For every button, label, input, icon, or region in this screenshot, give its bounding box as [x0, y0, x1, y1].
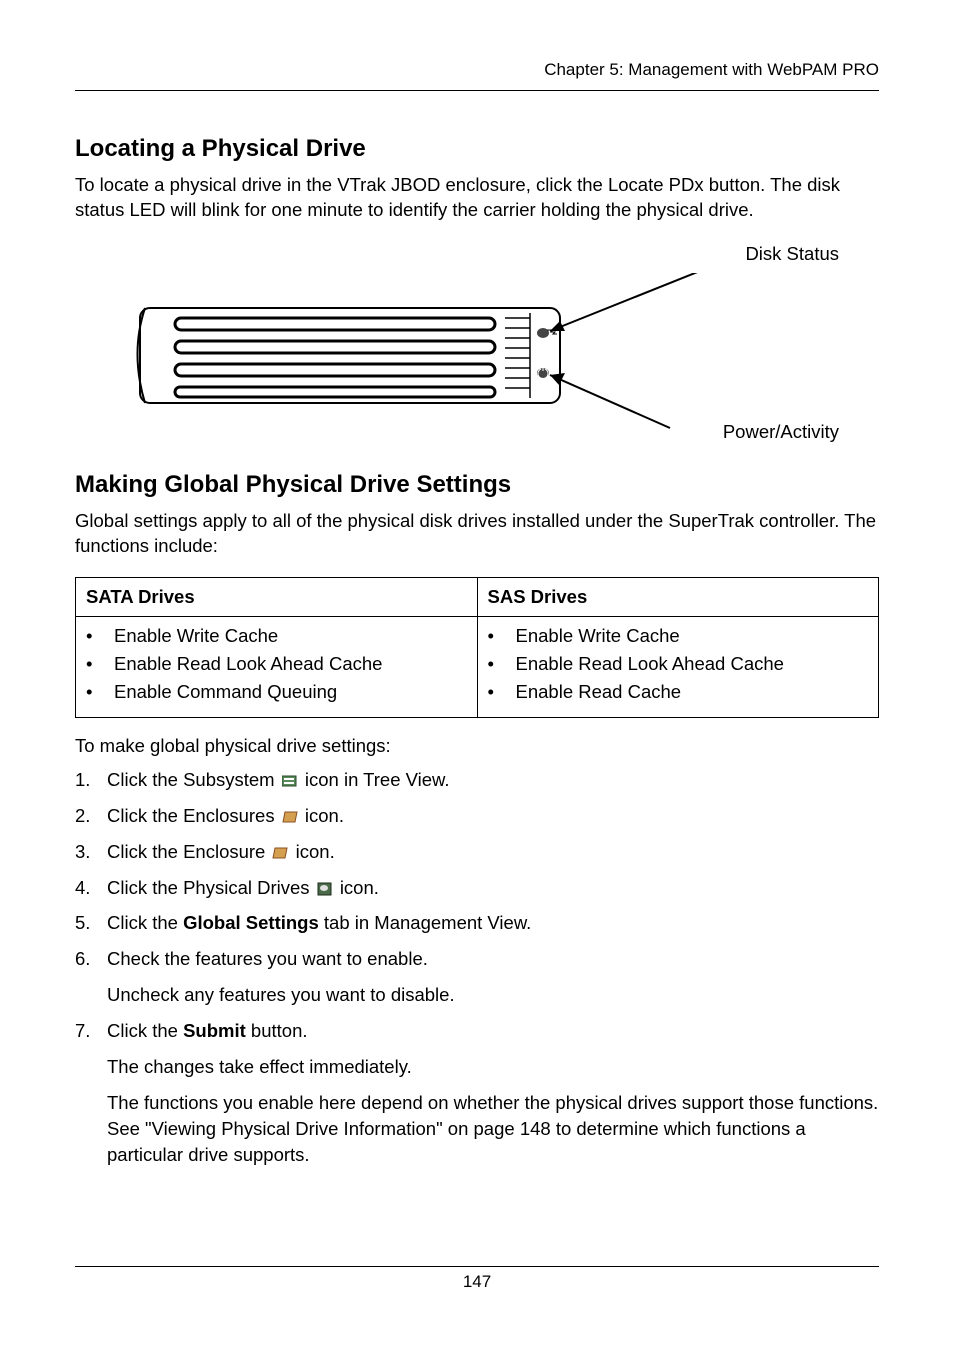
global-settings-intro: Global settings apply to all of the phys…: [75, 509, 879, 559]
sas-item-0: Enable Write Cache: [516, 625, 680, 647]
step-7: 7. Click the Submit button.: [75, 1018, 879, 1044]
sas-item-2: Enable Read Cache: [516, 681, 682, 703]
drive-settings-table: SATA Drives SAS Drives •Enable Write Cac…: [75, 577, 879, 718]
chapter-header: Chapter 5: Management with WebPAM PRO: [75, 60, 879, 80]
sata-item-0: Enable Write Cache: [114, 625, 278, 647]
step-1: 1. Click the Subsystem icon in Tree View…: [75, 767, 879, 793]
sata-item-1: Enable Read Look Ahead Cache: [114, 653, 382, 675]
table-header-row: SATA Drives SAS Drives: [76, 577, 879, 616]
section-title-locate: Locating a Physical Drive: [75, 135, 879, 163]
table-header-sas: SAS Drives: [477, 577, 879, 616]
footer-separator: [75, 1266, 879, 1267]
step-6: 6. Check the features you want to enable…: [75, 946, 879, 972]
step-2: 2. Click the Enclosures icon.: [75, 803, 879, 829]
subsystem-icon: [282, 774, 298, 788]
table-header-sata: SATA Drives: [76, 577, 478, 616]
locate-body-text: To locate a physical drive in the VTrak …: [75, 173, 879, 223]
submit-button-name: Submit: [183, 1020, 246, 1041]
power-activity-label: Power/Activity: [723, 421, 839, 443]
sas-item-1: Enable Read Look Ahead Cache: [516, 653, 784, 675]
global-settings-tab-name: Global Settings: [183, 912, 319, 933]
drive-carrier-figure: Disk Status: [75, 243, 879, 443]
sata-cell: •Enable Write Cache •Enable Read Look Ah…: [76, 616, 478, 717]
step-6-sub: Uncheck any features you want to disable…: [107, 982, 879, 1008]
section-title-global-settings: Making Global Physical Drive Settings: [75, 471, 879, 499]
step-7-sub1: The changes take effect immediately.: [107, 1054, 879, 1080]
disk-status-label: Disk Status: [745, 243, 839, 265]
physical-drives-icon: [317, 882, 333, 896]
table-row: •Enable Write Cache •Enable Read Look Ah…: [76, 616, 879, 717]
step-4: 4. Click the Physical Drives icon.: [75, 875, 879, 901]
drive-carrier-illustration: [135, 273, 775, 433]
sata-item-2: Enable Command Queuing: [114, 681, 337, 703]
step-3: 3. Click the Enclosure icon.: [75, 839, 879, 865]
sas-cell: •Enable Write Cache •Enable Read Look Ah…: [477, 616, 879, 717]
steps-lead-text: To make global physical drive settings:: [75, 734, 879, 759]
step-7-sub2: The functions you enable here depend on …: [107, 1090, 879, 1168]
page-number: 147: [0, 1272, 954, 1292]
header-separator: [75, 90, 879, 91]
enclosure-icon: [272, 846, 288, 860]
step-5: 5. Click the Global Settings tab in Mana…: [75, 910, 879, 936]
enclosures-icon: [282, 810, 298, 824]
steps-list: 1. Click the Subsystem icon in Tree View…: [75, 767, 879, 1168]
